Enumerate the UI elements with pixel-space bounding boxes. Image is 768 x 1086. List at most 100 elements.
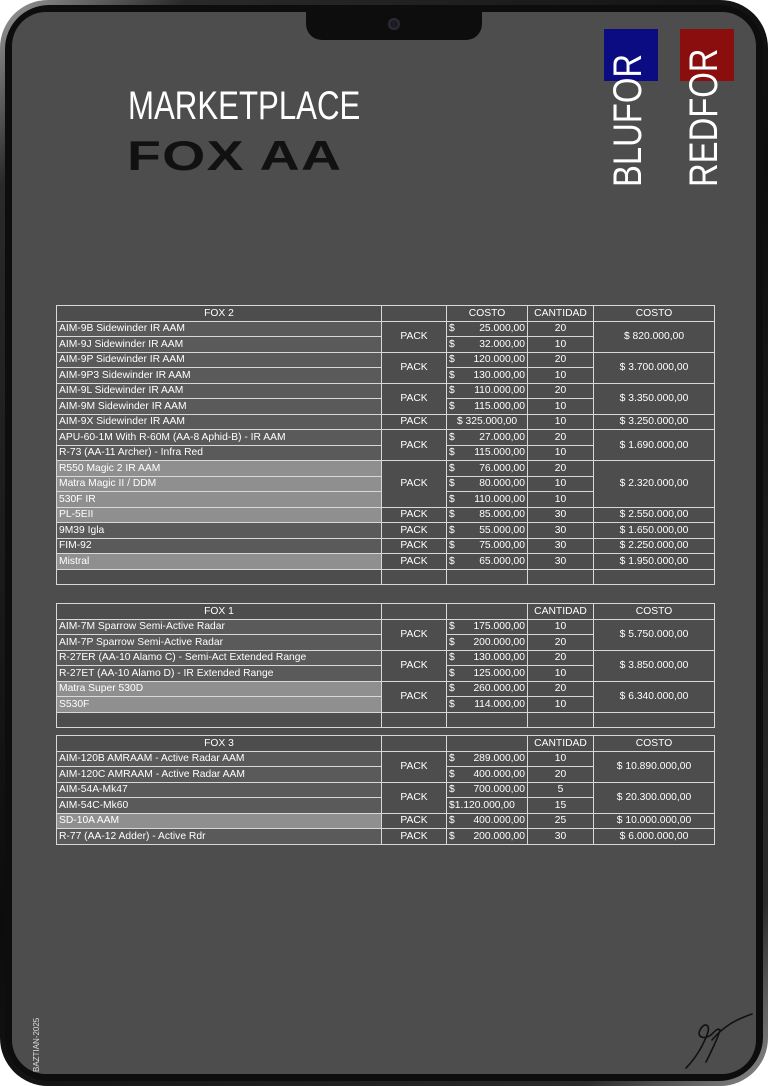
unit-cost: $115.000,00 bbox=[446, 444, 528, 461]
item-name: R-73 (AA-11 Archer) - Infra Red bbox=[56, 444, 382, 461]
quantity: 10 bbox=[527, 444, 594, 461]
item-name: R-27ER (AA-10 Alamo C) - Semi-Act Extend… bbox=[56, 649, 382, 666]
quantity: 10 bbox=[527, 413, 594, 430]
quantity: 30 bbox=[527, 553, 594, 570]
page-subtitle: FOX AA bbox=[127, 132, 343, 179]
quantity: 20 bbox=[527, 429, 594, 446]
quantity: 10 bbox=[527, 336, 594, 353]
unit-cost: $55.000,00 bbox=[446, 522, 528, 539]
redfor-tab[interactable]: REDFOR bbox=[680, 29, 736, 189]
unit-cost: $76.000,00 bbox=[446, 460, 528, 477]
table-row[interactable]: R550 Magic 2 IR AAM PACK $76.000,00 20 $… bbox=[56, 460, 715, 508]
item-name: APU-60-1M With R-60M (AA-8 Aphid-B) - IR… bbox=[56, 429, 382, 446]
pack-total: $ 820.000,00 bbox=[593, 320, 715, 353]
pack-total: $ 2.320.000,00 bbox=[593, 460, 715, 508]
pack-total: $ 1.650.000,00 bbox=[593, 522, 715, 539]
table-row[interactable]: FIM-92 PACK $75.000,00 30 $ 2.250.000,00 bbox=[56, 537, 715, 554]
pack-label: PACK bbox=[381, 351, 447, 384]
quantity: 20 bbox=[527, 766, 594, 783]
pack-label: PACK bbox=[381, 320, 447, 353]
table-row[interactable]: AIM-9B Sidewinder IR AAM PACK $25.000,00… bbox=[56, 320, 715, 353]
table-row[interactable]: AIM-54A-Mk47 PACK $700.000,00 5 $ 20.300… bbox=[56, 781, 715, 814]
quantity: 10 bbox=[527, 398, 594, 415]
table-row[interactable]: R-27ER (AA-10 Alamo C) - Semi-Act Extend… bbox=[56, 649, 715, 682]
front-camera-icon bbox=[388, 18, 400, 30]
pack-total: $ 2.250.000,00 bbox=[593, 537, 715, 554]
table-header-row: FOX 2 COSTO CANTIDAD COSTO bbox=[56, 305, 715, 322]
author-credit: BAZTIAN-2025 bbox=[32, 1017, 41, 1072]
redfor-label: REDFOR bbox=[682, 48, 726, 187]
item-name: AIM-7P Sparrow Semi-Active Radar bbox=[56, 634, 382, 651]
table-row[interactable]: APU-60-1M With R-60M (AA-8 Aphid-B) - IR… bbox=[56, 429, 715, 461]
table-row[interactable]: 9M39 Igla PACK $55.000,00 30 $ 1.650.000… bbox=[56, 522, 715, 539]
quantity: 30 bbox=[527, 537, 594, 554]
quantity: 15 bbox=[527, 797, 594, 814]
unit-cost: $ 325.000,00 bbox=[446, 413, 528, 430]
item-name: R550 Magic 2 IR AAM bbox=[56, 460, 382, 477]
quantity: 25 bbox=[527, 812, 594, 829]
pack-total: $ 10.890.000,00 bbox=[593, 750, 715, 783]
column-header-total: COSTO bbox=[593, 603, 715, 620]
pack-label: PACK bbox=[381, 553, 447, 570]
quantity: 20 bbox=[527, 320, 594, 337]
pack-total: $ 1.690.000,00 bbox=[593, 429, 715, 461]
table-row[interactable]: AIM-9P Sidewinder IR AAM PACK $120.000,0… bbox=[56, 351, 715, 384]
table-row[interactable]: PL-5EII PACK $85.000,00 30 $ 2.550.000,0… bbox=[56, 506, 715, 523]
pack-label: PACK bbox=[381, 537, 447, 554]
item-name: AIM-120B AMRAAM - Active Radar AAM bbox=[56, 750, 382, 767]
pack-label: PACK bbox=[381, 781, 447, 814]
unit-cost: $130.000,00 bbox=[446, 367, 528, 384]
table-row[interactable]: Mistral PACK $65.000,00 30 $ 1.950.000,0… bbox=[56, 553, 715, 570]
unit-cost: $120.000,00 bbox=[446, 351, 528, 368]
table-header-row: FOX 1 CANTIDAD COSTO bbox=[56, 603, 715, 620]
section-title: FOX 2 bbox=[56, 305, 382, 322]
table-header-row: FOX 3 CANTIDAD COSTO bbox=[56, 735, 715, 752]
column-header-total: COSTO bbox=[593, 735, 715, 752]
unit-cost: $130.000,00 bbox=[446, 649, 528, 666]
table-row[interactable]: AIM-120B AMRAAM - Active Radar AAM PACK … bbox=[56, 750, 715, 783]
unit-cost: $1.120.000,00 bbox=[446, 797, 528, 814]
section-title: FOX 3 bbox=[56, 735, 382, 752]
quantity: 20 bbox=[527, 649, 594, 666]
camera-notch bbox=[306, 12, 482, 40]
pack-label: PACK bbox=[381, 413, 447, 430]
item-name: AIM-7M Sparrow Semi-Active Radar bbox=[56, 618, 382, 635]
item-name: AIM-9P3 Sidewinder IR AAM bbox=[56, 367, 382, 384]
table-row[interactable]: R-77 (AA-12 Adder) - Active Rdr PACK $20… bbox=[56, 828, 715, 845]
quantity: 20 bbox=[527, 634, 594, 651]
pack-total: $ 2.550.000,00 bbox=[593, 506, 715, 523]
unit-cost: $75.000,00 bbox=[446, 537, 528, 554]
column-header-costo: COSTO bbox=[446, 305, 528, 322]
table-row[interactable]: AIM-9X Sidewinder IR AAM PACK $ 325.000,… bbox=[56, 413, 715, 430]
unit-cost: $110.000,00 bbox=[446, 382, 528, 399]
unit-cost: $400.000,00 bbox=[446, 812, 528, 829]
item-name: S530F bbox=[56, 696, 382, 713]
column-header-cantidad: CANTIDAD bbox=[527, 603, 594, 620]
table-row[interactable]: AIM-9L Sidewinder IR AAM PACK $110.000,0… bbox=[56, 382, 715, 415]
unit-cost: $80.000,00 bbox=[446, 475, 528, 492]
table-row[interactable]: SD-10A AAM PACK $400.000,00 25 $ 10.000.… bbox=[56, 812, 715, 829]
pack-label: PACK bbox=[381, 429, 447, 461]
unit-cost: $25.000,00 bbox=[446, 320, 528, 337]
item-name: FIM-92 bbox=[56, 537, 382, 554]
item-name: Mistral bbox=[56, 553, 382, 570]
unit-cost: $32.000,00 bbox=[446, 336, 528, 353]
unit-cost: $125.000,00 bbox=[446, 665, 528, 682]
unit-cost: $115.000,00 bbox=[446, 398, 528, 415]
quantity: 20 bbox=[527, 351, 594, 368]
blufor-tab[interactable]: BLUFOR bbox=[604, 29, 660, 189]
table-row[interactable]: Matra Super 530D PACK $260.000,00 20 $ 6… bbox=[56, 680, 715, 713]
signature-icon bbox=[685, 1013, 753, 1069]
pack-label: PACK bbox=[381, 618, 447, 651]
unit-cost: $27.000,00 bbox=[446, 429, 528, 446]
item-name: AIM-9L Sidewinder IR AAM bbox=[56, 382, 382, 399]
pack-label: PACK bbox=[381, 750, 447, 783]
fox2-table: FOX 2 COSTO CANTIDAD COSTO AIM-9B Sidewi… bbox=[56, 305, 715, 585]
pack-total: $ 6.000.000,00 bbox=[593, 828, 715, 845]
quantity: 10 bbox=[527, 665, 594, 682]
quantity: 20 bbox=[527, 680, 594, 697]
quantity: 10 bbox=[527, 750, 594, 767]
spacer-row bbox=[56, 711, 715, 728]
column-header-total: COSTO bbox=[593, 305, 715, 322]
table-row[interactable]: AIM-7M Sparrow Semi-Active Radar PACK $1… bbox=[56, 618, 715, 651]
